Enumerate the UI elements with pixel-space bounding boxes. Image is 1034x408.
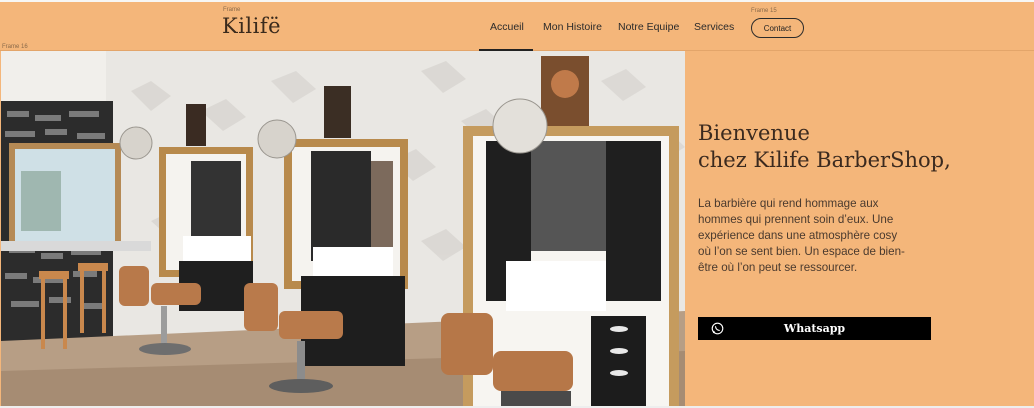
nav-services[interactable]: Services	[694, 21, 734, 33]
hero-heading-line1: Bienvenue	[698, 121, 810, 145]
whatsapp-label: Whatsapp	[783, 322, 846, 335]
site-logo[interactable]: Kilifë	[222, 14, 281, 38]
nav-accueil[interactable]: Accueil	[490, 21, 524, 33]
contact-frame-label: Frame 15	[751, 8, 777, 14]
barbershop-photo	[1, 51, 685, 406]
logo-frame-label: Frame	[223, 7, 241, 13]
hero-heading-line2: chez Kilife BarberShop,	[698, 148, 951, 172]
hero-heading: Bienvenue chez Kilife BarberShop,	[698, 120, 951, 174]
whatsapp-button[interactable]: Whatsapp	[698, 317, 931, 340]
page: Frame Kilifë Accueil Mon Histoire Notre …	[0, 0, 1034, 408]
nav-mon-histoire[interactable]: Mon Histoire	[543, 21, 602, 33]
hero-description: La barbière qui rend hommage aux hommes …	[698, 197, 905, 274]
site-header: Frame Kilifë Accueil Mon Histoire Notre …	[0, 2, 1034, 51]
nav-notre-equipe[interactable]: Notre Equipe	[618, 21, 679, 33]
contact-button[interactable]: Contact	[751, 18, 804, 38]
hero-frame-label: Frame 16	[2, 44, 28, 50]
whatsapp-icon	[711, 322, 724, 335]
